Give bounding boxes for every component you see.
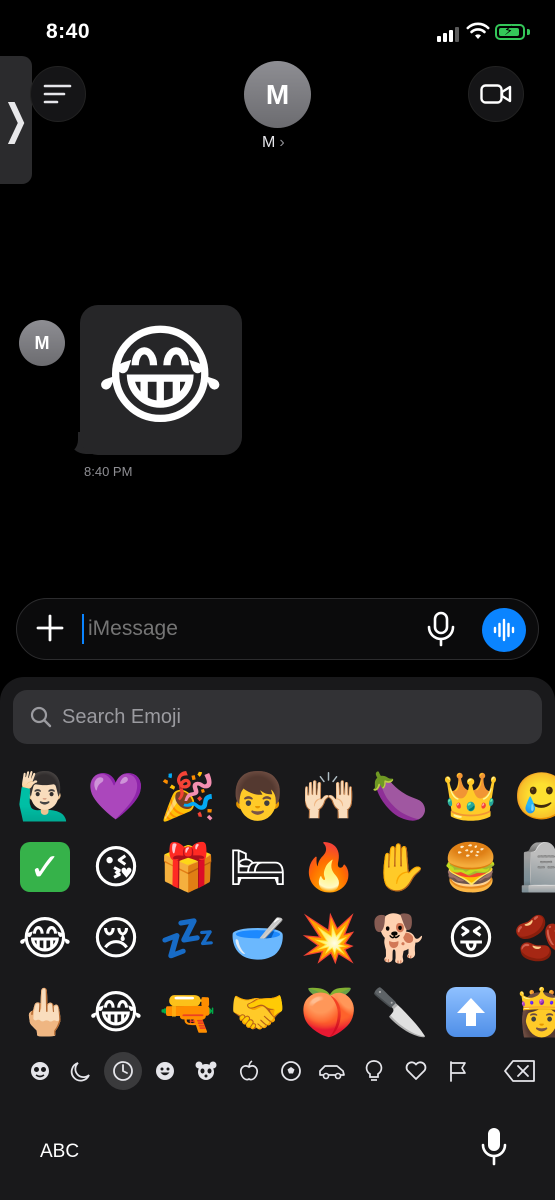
wifi-icon	[466, 22, 490, 39]
emoji-check-mark[interactable]: ✓	[20, 842, 70, 892]
emoji-search-placeholder: Search Emoji	[62, 706, 181, 728]
text-cursor	[82, 614, 84, 644]
chevron-right-icon: ›	[279, 134, 285, 151]
menu-button[interactable]	[30, 66, 86, 122]
emoji-party-popper[interactable]: 🎉	[158, 766, 218, 826]
emoji-tears-of-joy[interactable]: 😂	[15, 908, 75, 968]
activity-category-soccer-icon[interactable]	[275, 1055, 307, 1087]
travel-category-car-icon[interactable]	[316, 1055, 348, 1087]
emoji-person-raising-hand[interactable]: 🙋🏻‍♂️	[15, 766, 75, 826]
smileys-category-icon[interactable]	[149, 1055, 181, 1087]
cellular-signal-icon	[437, 27, 459, 42]
status-time: 8:40	[46, 20, 91, 43]
emoji-bed[interactable]: 🛏	[228, 837, 288, 897]
up-arrow-icon	[446, 987, 496, 1037]
side-expand-tab[interactable]: ❯	[0, 56, 32, 184]
menu-lines-icon	[43, 84, 72, 104]
animals-category-icon[interactable]	[190, 1055, 222, 1087]
message-emoji: 😂	[96, 315, 225, 438]
objects-category-lightbulb-icon[interactable]	[358, 1055, 390, 1087]
check-mark-icon: ✓	[20, 842, 70, 892]
emoji-princess[interactable]: 👸	[512, 982, 555, 1042]
microphone-icon[interactable]	[424, 611, 458, 647]
emoji-raised-hand[interactable]: ✋	[370, 837, 430, 897]
imessage-input[interactable]	[88, 617, 388, 641]
contact-name: M	[262, 134, 276, 151]
emoji-purple-heart[interactable]: 💜	[86, 766, 146, 826]
emoji-peach[interactable]: 🍑	[299, 982, 359, 1042]
flags-category-icon[interactable]	[442, 1055, 474, 1087]
battery-tip	[527, 29, 530, 35]
emoji-eggplant[interactable]: 🍆	[370, 766, 430, 826]
facetime-video-button[interactable]	[468, 66, 524, 122]
moon-category-icon[interactable]	[65, 1055, 97, 1087]
audio-message-button[interactable]	[482, 608, 526, 652]
emoji-water-pistol[interactable]: 🔫	[158, 982, 218, 1042]
waveform-icon	[493, 618, 515, 642]
emoji-crown[interactable]: 👑	[441, 766, 501, 826]
emoji-raising-hands[interactable]: 🙌🏻	[299, 766, 359, 826]
delete-backspace-icon[interactable]	[502, 1055, 538, 1087]
emoji-stickers-category-icon[interactable]	[24, 1055, 56, 1087]
emoji-fire[interactable]: 🔥	[299, 837, 359, 897]
emoji-boy[interactable]: 👦	[228, 766, 288, 826]
contact-name-link[interactable]: M ›	[262, 134, 285, 152]
emoji-beans[interactable]: 🫘	[512, 908, 555, 968]
video-camera-icon	[480, 84, 512, 104]
abc-keyboard-switch[interactable]: ABC	[40, 1141, 79, 1163]
emoji-up-arrow[interactable]	[446, 987, 496, 1037]
chevron-right-icon: ❯	[3, 96, 29, 144]
emoji-gift[interactable]: 🎁	[158, 837, 218, 897]
emoji-kitchen-knife[interactable]: 🔪	[370, 982, 430, 1042]
emoji-squinting-tongue[interactable]: 😝	[441, 908, 501, 968]
emoji-zzz[interactable]: 💤	[158, 908, 218, 968]
contact-avatar[interactable]: M	[244, 61, 311, 128]
emoji-hamburger[interactable]: 🍔	[441, 837, 501, 897]
emoji-headstone[interactable]: 🪦	[512, 837, 555, 897]
emoji-middle-finger[interactable]: 🖕🏻	[15, 982, 75, 1042]
emoji-bowl-with-spoon[interactable]: 🥣	[228, 908, 288, 968]
emoji-handshake[interactable]: 🤝	[228, 982, 288, 1042]
search-icon	[30, 706, 52, 728]
dictation-microphone-icon[interactable]	[480, 1126, 508, 1166]
emoji-dog[interactable]: 🐕	[370, 908, 430, 968]
emoji-tears-of-joy-2[interactable]: 😂	[86, 982, 146, 1042]
message-timestamp: 8:40 PM	[84, 464, 133, 479]
sender-avatar[interactable]: M	[19, 320, 65, 366]
emoji-smiling-tear[interactable]: 🥲	[512, 766, 555, 826]
emoji-crying-face[interactable]: 😢	[86, 908, 146, 968]
food-category-apple-icon[interactable]	[233, 1055, 265, 1087]
emoji-collision[interactable]: 💥	[299, 908, 359, 968]
emoji-kissing-face[interactable]: 😘	[86, 837, 146, 897]
battery-icon: ⚡	[495, 23, 525, 40]
symbols-category-heart-icon[interactable]	[400, 1055, 432, 1087]
plus-icon[interactable]	[34, 612, 66, 644]
recents-category-clock-icon[interactable]	[104, 1052, 142, 1090]
